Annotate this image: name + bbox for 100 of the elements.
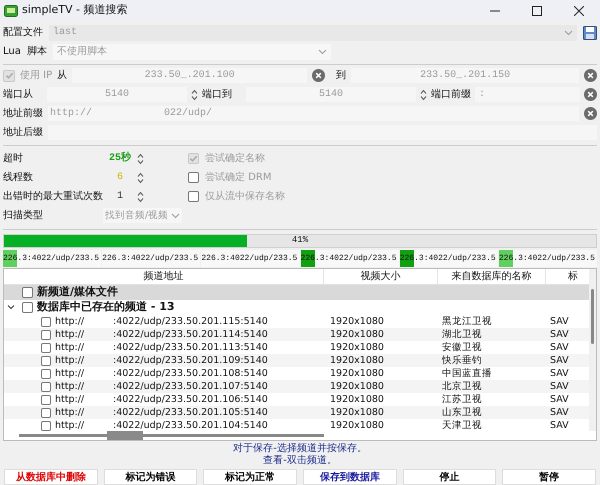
checkbox[interactable]	[41, 408, 51, 418]
checkbox[interactable]	[41, 420, 51, 431]
name-cell-text: 江苏卫视	[441, 394, 483, 406]
name-cell-text: 安徽卫视	[441, 342, 483, 354]
tag-cell-text: SAV	[549, 342, 569, 354]
checkbox[interactable]	[41, 356, 51, 366]
option-label: 尝试确定名称	[205, 152, 265, 166]
address-prefix-cell-text: http://	[55, 420, 86, 431]
address-cell: :4022/udp/233.50.201.104:5140	[113, 420, 268, 431]
spinner-arrows-icon[interactable]	[137, 190, 144, 203]
tag-cell-text: SAV	[549, 328, 569, 341]
address-prefix-cell-text: http://	[55, 316, 86, 328]
name-cell-text: 中国蓝直播	[441, 368, 493, 380]
clear-icon[interactable]	[584, 69, 597, 82]
name-cell-text: 山东卫视	[441, 406, 483, 419]
stream-text: 226.3:4022/udp/233.5	[201, 252, 298, 265]
setting-label: 出错时的最大重试次数	[3, 190, 103, 204]
tag-cell-text: SAV	[549, 394, 569, 406]
clear-icon[interactable]	[312, 69, 326, 82]
dropdown-caret-icon[interactable]	[318, 48, 327, 55]
size-cell-text: 1920x1080	[329, 316, 385, 328]
save-icon[interactable]	[583, 26, 597, 40]
name-cell-text: 天津卫视	[441, 420, 483, 431]
scan-type-label: 扫描类型	[3, 208, 44, 224]
checkbox[interactable]	[188, 172, 199, 184]
name-cell-text: 湖北卫视	[441, 328, 483, 341]
from-label: 从	[57, 68, 68, 84]
checkbox[interactable]	[41, 382, 51, 392]
size-cell-text: 1920x1080	[329, 380, 385, 393]
address-prefix-cell-text: http://	[55, 406, 86, 419]
use-ip-label: 使用 IP	[20, 69, 52, 84]
checkbox[interactable]	[41, 330, 51, 340]
group-row[interactable]: 新频道/媒体文件	[4, 285, 589, 300]
size-cell-text: 1920x1080	[329, 394, 385, 406]
clear-icon[interactable]	[584, 88, 597, 102]
lua-label: Lua	[3, 45, 21, 60]
size-cell-text: 1920x1080	[329, 368, 385, 380]
action-button[interactable]: 暂停	[502, 469, 596, 485]
tag-cell-text: SAV	[549, 406, 569, 419]
checkbox[interactable]	[41, 342, 51, 353]
name-cell-text: 北京卫视	[441, 380, 483, 393]
action-button[interactable]: 停止	[402, 469, 496, 485]
action-button[interactable]: 标记为正常	[203, 469, 298, 485]
action-button[interactable]: 标记为错误	[104, 469, 198, 485]
script-label: 脚本	[26, 44, 47, 60]
setting-label: 线程数	[3, 170, 34, 186]
size-cell-text: 1920x1080	[329, 328, 385, 341]
hint-text: 对于保存-选择频道并按保存。	[233, 443, 367, 454]
size-cell-text: 1920x1080	[329, 342, 385, 354]
setting-label: 超时	[3, 152, 24, 166]
group-label: 新频道/媒体文件	[37, 284, 118, 300]
address-prefix-cell-text: http://	[55, 342, 86, 354]
name-cell-text: 黑龙江卫视	[441, 316, 493, 328]
address-cell: :4022/udp/233.50.201.107:5140	[113, 380, 268, 393]
chevron-down-icon[interactable]	[7, 305, 15, 310]
tag-cell-text: SAV	[549, 420, 569, 431]
window-title: simpleTV - 频道搜索	[22, 2, 128, 18]
spinner-arrows-icon[interactable]	[137, 172, 144, 184]
size-cell-text: 1920x1080	[329, 354, 385, 367]
column-header[interactable]: 来自数据库的名称	[438, 269, 546, 284]
column-header[interactable]: 视频大小	[324, 269, 438, 284]
tag-cell-text: SAV	[549, 380, 569, 393]
setting-value[interactable]: 1	[103, 189, 137, 204]
address-cell: :4022/udp/233.50.201.108:5140	[113, 368, 268, 380]
address-prefix-cell-text: http://	[55, 394, 86, 406]
spinner-arrows-icon[interactable]	[137, 152, 144, 165]
checkbox[interactable]	[41, 316, 51, 327]
dropdown-caret-icon[interactable]	[171, 212, 180, 219]
address-prefix-cell-text: http://	[55, 354, 86, 367]
vertical-scrollbar[interactable]	[589, 269, 596, 431]
close-icon[interactable]	[574, 6, 584, 16]
checkbox[interactable]	[22, 287, 33, 298]
maximize-icon[interactable]	[532, 6, 542, 16]
spinner-arrows-icon[interactable]	[420, 88, 427, 101]
address-cell: :4022/udp/233.50.201.109:5140	[113, 354, 268, 367]
checkbox[interactable]	[41, 394, 51, 405]
action-button[interactable]: 保存到数据库	[303, 469, 397, 485]
checkbox[interactable]	[3, 70, 15, 82]
clear-icon[interactable]	[584, 107, 597, 120]
checkbox[interactable]	[22, 302, 33, 314]
column-header[interactable]: 频道地址	[4, 269, 324, 284]
checkbox[interactable]	[188, 191, 199, 202]
spinner-arrows-icon[interactable]	[191, 88, 198, 101]
address-prefix-cell-text: http://	[55, 380, 86, 393]
tv-icon	[4, 4, 18, 17]
tag-cell-text: SAV	[549, 316, 569, 328]
name-cell-text: 快乐垂钓	[440, 354, 483, 367]
address-prefix-cell-text: http://	[55, 368, 86, 380]
action-button[interactable]: 从数据库中删除	[4, 469, 98, 485]
dropdown-caret-icon[interactable]	[564, 30, 573, 36]
address-cell: :4022/udp/233.50.201.114:5140	[113, 328, 268, 341]
tag-cell-text: SAV	[549, 368, 569, 380]
address-cell: :4022/udp/233.50.201.113:5140	[113, 342, 268, 354]
port-from-label: 端口从	[3, 88, 34, 102]
stream-text: 226.3:4022/udp/233.5	[102, 252, 198, 265]
address-cell: :4022/udp/233.50.201.115:5140	[113, 316, 268, 328]
checkbox[interactable]	[41, 368, 51, 379]
address-prefix-cell-text: http://	[55, 328, 86, 341]
size-cell-text: 1920x1080	[329, 406, 385, 419]
option-label: 尝试确定 DRM	[205, 170, 272, 186]
